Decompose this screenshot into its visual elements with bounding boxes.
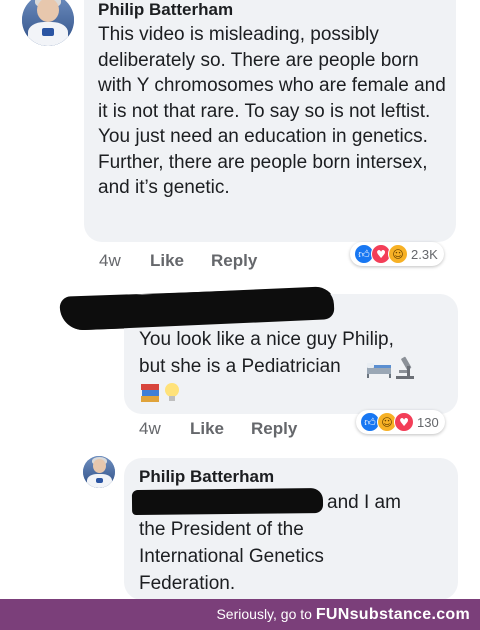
bed-icon — [366, 357, 392, 379]
reply-button[interactable]: Reply — [251, 419, 297, 439]
comment-text: This video is misleading, possibly delib… — [98, 24, 446, 198]
avatar-face — [93, 459, 106, 473]
light-bulb-icon — [163, 382, 181, 404]
footer-brand: FUNsubstance.com — [315, 606, 470, 623]
comment-author[interactable]: Philip Batterham — [139, 467, 274, 487]
comment-text-line-1-tail: and I am — [327, 492, 401, 513]
reaction-count: 130 — [417, 414, 439, 430]
reaction-summary[interactable]: 👍︎ ♥ ☺ 2.3K — [350, 242, 444, 266]
comment-time[interactable]: 4w — [139, 419, 161, 439]
haha-icon: ☺ — [388, 244, 408, 264]
watermark-footer: Seriously, go to FUNsubstance.com — [0, 599, 480, 630]
comment-text-line-2: but she is a Pediatrician — [139, 356, 341, 377]
footer-text: Seriously, go to FUNsubstance.com — [216, 606, 470, 624]
footer-prefix: Seriously, go to — [216, 606, 312, 622]
love-icon: ♥ — [394, 412, 414, 432]
reaction-count: 2.3K — [411, 246, 438, 262]
avatar-shirt-logo — [96, 478, 103, 483]
comment-author[interactable]: Philip Batterham — [98, 0, 233, 20]
comment-time[interactable]: 4w — [99, 251, 121, 271]
books-icon — [139, 382, 161, 404]
comment-text: the President of the International Genet… — [139, 519, 324, 594]
like-button[interactable]: Like — [150, 251, 184, 271]
avatar[interactable] — [22, 0, 74, 46]
like-button[interactable]: Like — [190, 419, 224, 439]
reaction-summary[interactable]: 👍︎ ☺ ♥ 130 — [356, 410, 445, 434]
microscope-icon — [393, 354, 417, 380]
comment-text-line-1: You look like a nice guy Philip, — [139, 329, 394, 350]
avatar-shirt-logo — [42, 28, 54, 36]
reply-button[interactable]: Reply — [211, 251, 257, 271]
avatar[interactable] — [83, 456, 115, 488]
redacted-text — [131, 488, 324, 515]
